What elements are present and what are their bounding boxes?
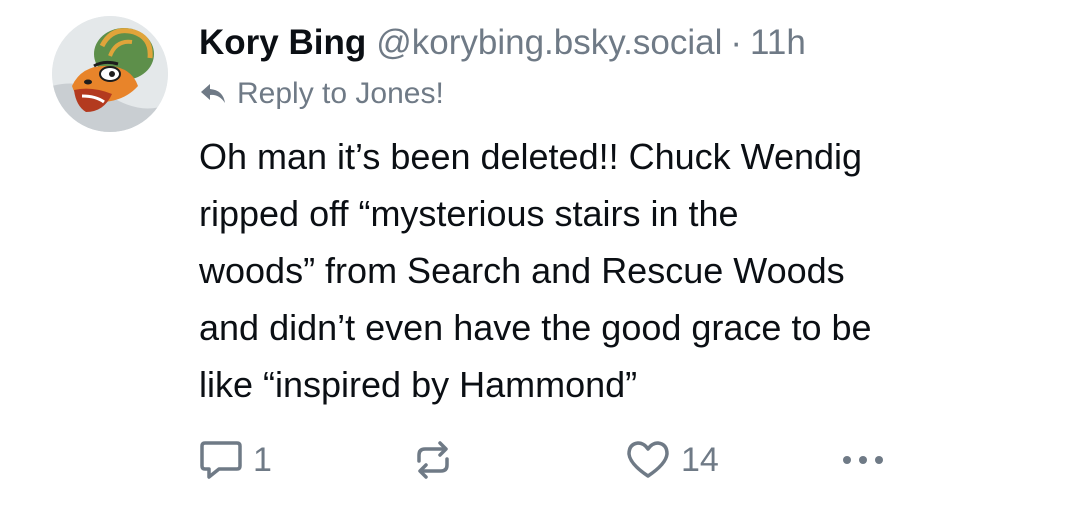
post-actions: 1 14 (199, 432, 1059, 488)
avatar-illustration-icon (52, 16, 168, 132)
avatar[interactable] (52, 16, 168, 132)
comment-icon (199, 439, 243, 481)
repost-icon (411, 439, 455, 481)
post-header: Kory Bing @korybing.bsky.social · 11h (199, 18, 1059, 68)
author-handle[interactable]: @korybing.bsky.social (376, 18, 722, 68)
author-display-name[interactable]: Kory Bing (199, 18, 366, 68)
ellipsis-icon (839, 450, 887, 470)
header-separator: · (730, 23, 743, 62)
post-text: Oh man it’s been deleted!! Chuck Wendig … (199, 136, 872, 405)
like-count: 14 (681, 440, 719, 479)
post-content: Kory Bing @korybing.bsky.social · 11h Re… (199, 18, 1059, 413)
more-options-button[interactable] (839, 432, 887, 488)
reply-to-label: Reply to Jones! (237, 77, 444, 110)
reply-button[interactable]: 1 (199, 432, 272, 488)
reply-count: 1 (253, 440, 272, 479)
repost-button[interactable] (411, 432, 455, 488)
heart-icon (625, 439, 671, 481)
reply-to-indicator[interactable]: Reply to Jones! (199, 68, 1059, 120)
post: Kory Bing @korybing.bsky.social · 11h Re… (0, 0, 1080, 507)
reply-arrow-icon (199, 81, 227, 107)
post-timestamp[interactable]: 11h (750, 18, 806, 68)
like-button[interactable]: 14 (625, 432, 719, 488)
